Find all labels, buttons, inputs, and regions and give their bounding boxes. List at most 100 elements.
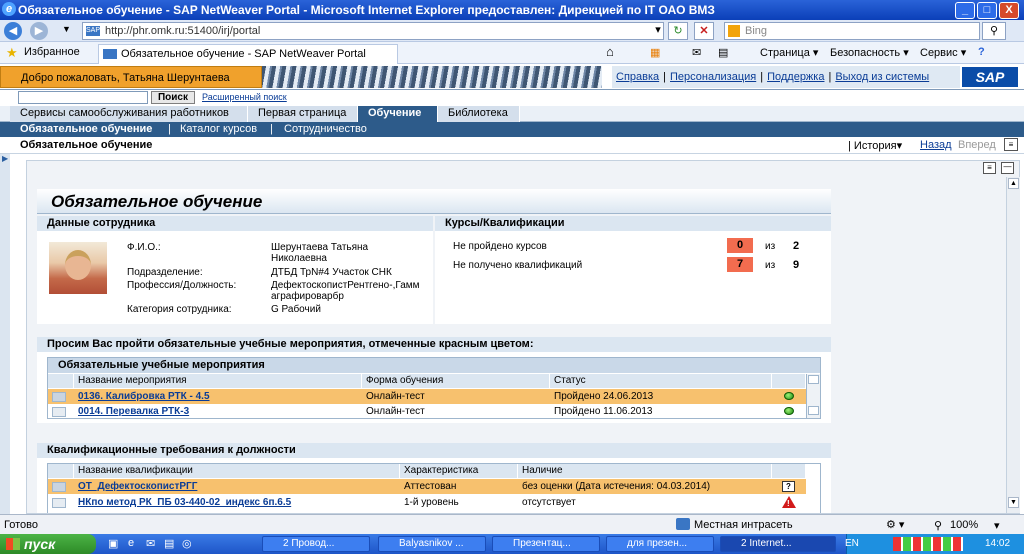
quick-launch-app-icon[interactable]: ▤: [164, 537, 174, 550]
address-bar: ◀ ▶ ▼ SAP http://phr.omk.ru:51400/irj/por…: [0, 20, 1024, 42]
advanced-search-link[interactable]: Расширенный поиск: [202, 92, 287, 102]
expand-arrow-icon[interactable]: ▶: [2, 154, 8, 163]
task-presentation[interactable]: Презентац...: [492, 536, 600, 552]
scroll-down-icon[interactable]: ▼: [1008, 497, 1019, 508]
favorites-label[interactable]: Избранное: [24, 46, 80, 58]
minimize-iview-icon[interactable]: —: [1001, 162, 1014, 174]
back-link[interactable]: Назад: [920, 139, 952, 151]
events-scrollbar[interactable]: [806, 374, 820, 418]
qual-link[interactable]: ОТ_ДефектоскопистРГГ: [78, 479, 197, 494]
tab-learning[interactable]: Обучение: [358, 106, 438, 122]
search-button[interactable]: Поиск: [151, 91, 195, 104]
table-row[interactable]: 0014. Перевалка РТК-3 Онлайн-тест Пройде…: [48, 404, 806, 419]
personalization-link[interactable]: Персонализация: [670, 71, 756, 83]
options-icon[interactable]: ≡: [983, 162, 996, 174]
refresh-icon[interactable]: ↻: [668, 22, 688, 40]
tab-home[interactable]: Первая страница: [248, 106, 358, 122]
event-link[interactable]: 0136. Калибровка РТК - 4.5: [78, 389, 210, 404]
intranet-zone-icon: [676, 518, 690, 530]
back-arrow-icon[interactable]: ◀: [4, 22, 22, 40]
minimize-button[interactable]: _: [955, 2, 975, 19]
scroll-down-icon[interactable]: [808, 406, 819, 415]
not-got-label: Не получено квалификаций: [453, 260, 583, 271]
row-selector[interactable]: [52, 498, 66, 508]
zoom-level[interactable]: 100%: [950, 519, 978, 531]
language-indicator[interactable]: EN: [845, 538, 859, 549]
page-scrollbar[interactable]: ▲ ▼: [1006, 177, 1020, 513]
status-ok-icon: [784, 407, 794, 415]
portal-search-input[interactable]: [18, 91, 148, 104]
tab-library[interactable]: Библиотека: [438, 106, 520, 122]
fio-label: Ф.И.О.:: [127, 242, 161, 253]
table-row[interactable]: 0136. Калибровка РТК - 4.5 Онлайн-тест П…: [48, 389, 806, 404]
quick-launch-ie-icon[interactable]: e: [128, 537, 134, 549]
scroll-up-icon[interactable]: ▲: [1008, 178, 1019, 189]
logout-link[interactable]: Выход из системы: [835, 71, 929, 83]
qual-link[interactable]: НКпо метод РК_ПБ 03-440-02_индекс 6п.6.5: [78, 495, 291, 510]
help-icon[interactable]: ?: [978, 46, 985, 58]
history-link[interactable]: | История▾: [848, 139, 902, 152]
close-button[interactable]: X: [999, 2, 1019, 19]
table-row[interactable]: ОТ_ДефектоскопистРГГ Аттестован без оцен…: [48, 479, 806, 494]
url-dropdown-icon[interactable]: ▾: [648, 22, 668, 40]
status-bar: Готово Местная интрасеть ⚙ ▾ ⚲ 100% ▾: [0, 514, 1024, 534]
row-selector[interactable]: [52, 392, 66, 402]
quick-launch-desktop-icon[interactable]: ▣: [108, 537, 118, 550]
feeds-icon[interactable]: ▦: [650, 46, 660, 59]
support-link[interactable]: Поддержка: [767, 71, 824, 83]
security-menu[interactable]: Безопасность ▾: [830, 46, 909, 59]
table-row[interactable]: НКпо метод РК_ПБ 03-440-02_индекс 6п.6.5…: [48, 495, 806, 510]
quick-launch-mail-icon[interactable]: ✉: [146, 537, 155, 550]
page-title: Обязательное обучение: [20, 139, 153, 151]
home-icon[interactable]: ⌂: [606, 44, 614, 59]
events-col-status: Статус: [550, 374, 772, 388]
start-button[interactable]: пуск: [0, 534, 96, 554]
subnav-catalog[interactable]: Каталог курсов: [180, 122, 257, 136]
search-input[interactable]: Bing: [724, 22, 980, 40]
row-selector[interactable]: [52, 482, 66, 492]
subnav-collaboration[interactable]: Сотрудничество: [284, 122, 367, 136]
page-heading: Обязательное обучение: [37, 189, 831, 214]
subnav-sep-2: |: [270, 123, 273, 135]
page-menu[interactable]: Страница ▾: [760, 46, 818, 59]
url-input[interactable]: SAP http://phr.omk.ru:51400/irj/portal: [82, 22, 664, 40]
task-explorer[interactable]: 2 Провод...: [262, 536, 370, 552]
tray-icons[interactable]: [893, 537, 963, 551]
tab-self-service[interactable]: Сервисы самообслуживания работников: [10, 106, 248, 122]
forward-arrow-icon[interactable]: ▶: [30, 22, 48, 40]
detailed-nav-collapsed[interactable]: ▶: [0, 154, 10, 514]
task-balyasnikov[interactable]: Balyasnikov ...: [378, 536, 486, 552]
help-link[interactable]: Справка: [616, 71, 659, 83]
qual-char: 1-й уровень: [404, 497, 459, 508]
search-icon[interactable]: ⚲: [982, 22, 1006, 40]
quals-select-header[interactable]: [48, 464, 74, 478]
quick-launch-app2-icon[interactable]: ◎: [182, 537, 192, 550]
scroll-up-icon[interactable]: [808, 375, 819, 384]
sub-navigation: Обязательное обучение | Каталог курсов |…: [0, 122, 1024, 137]
page-menu-icon[interactable]: ≡: [1004, 138, 1018, 151]
service-menu[interactable]: Сервис ▾: [920, 46, 966, 59]
protected-mode-icon[interactable]: ⚙ ▾: [886, 518, 904, 531]
task-word[interactable]: для презен...: [606, 536, 714, 552]
history-dropdown-icon[interactable]: ▼: [62, 24, 71, 34]
subnav-mandatory[interactable]: Обязательное обучение: [20, 122, 152, 136]
fio-value: Шерунтаева Татьяна Николаевна: [271, 242, 369, 264]
stop-icon[interactable]: ✕: [694, 22, 714, 40]
maximize-button[interactable]: □: [977, 2, 997, 19]
events-panel: Просим Вас пройти обязательные учебные м…: [37, 337, 831, 423]
zoom-icon[interactable]: ⚲: [934, 519, 942, 532]
task-internet[interactable]: 2 Internet...: [720, 536, 836, 552]
favorites-star-icon[interactable]: ★: [6, 45, 18, 61]
zoom-dropdown-icon[interactable]: ▾: [994, 519, 1000, 532]
event-link[interactable]: 0014. Перевалка РТК-3: [78, 404, 189, 419]
mail-icon[interactable]: ✉: [692, 46, 701, 59]
browser-tab[interactable]: Обязательное обучение - SAP NetWeaver Po…: [98, 44, 398, 64]
warning-mark: !: [787, 499, 790, 508]
sap-logo: SAP: [962, 67, 1018, 87]
events-select-header[interactable]: [48, 374, 74, 388]
row-selector[interactable]: [52, 407, 66, 417]
print-icon[interactable]: ▤: [718, 46, 728, 59]
windows-logo-icon: [6, 538, 20, 550]
unknown-icon: ?: [782, 481, 795, 492]
window-title-bar: e Обязательное обучение - SAP NetWeaver …: [0, 0, 1024, 20]
